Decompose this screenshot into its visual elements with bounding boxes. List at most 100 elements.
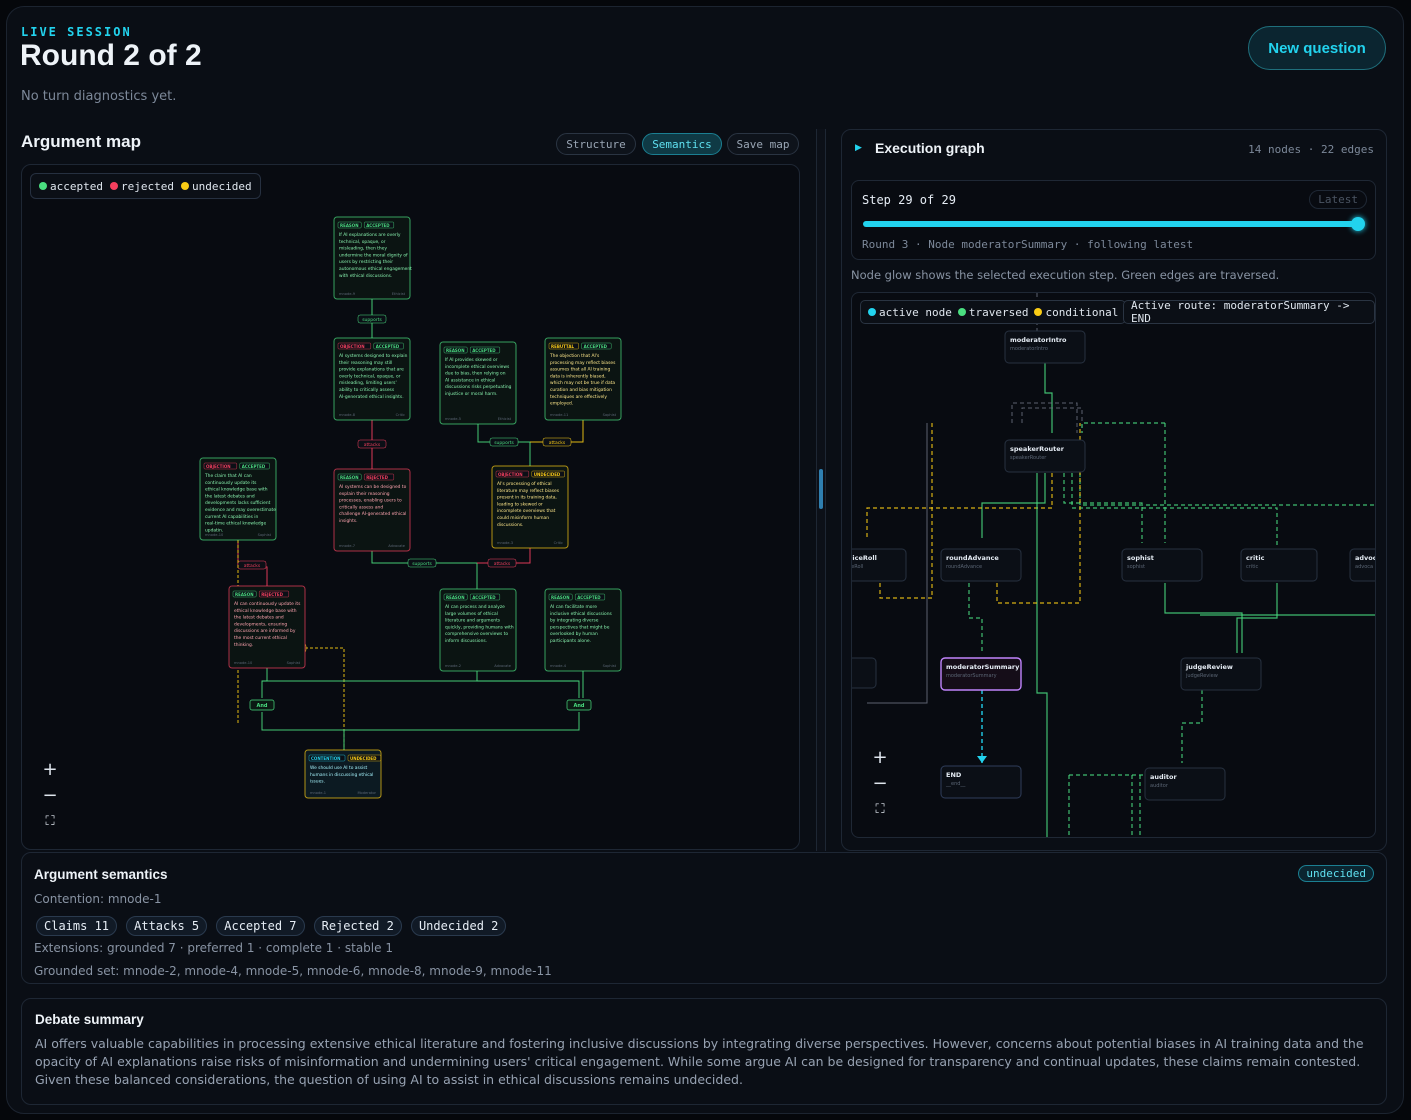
node-text-line: discussions.: [497, 522, 523, 528]
node-kind: REASON: [551, 595, 570, 600]
node-text-line: The claim that AI can: [204, 473, 252, 479]
argument-node[interactable]: REASON ACCEPTED If AI explanations are ove…: [333, 216, 412, 300]
exec-node[interactable]: moderatorSummary moderatorSummary: [940, 657, 1022, 691]
node-agent: Critic: [554, 541, 563, 545]
exec-node[interactable]: sophist sophist: [1121, 548, 1203, 582]
node-kind: OBJECTION: [498, 472, 523, 477]
argument-node[interactable]: REASON REJECTED AI can continuously update…: [228, 585, 306, 669]
node-id: mnode-9: [339, 292, 356, 296]
step-slider-thumb[interactable]: [1351, 217, 1365, 231]
exec-node-partial: [852, 657, 877, 689]
exec-node[interactable]: judgeReview judgeReview: [1180, 657, 1262, 691]
fit-view-icon[interactable]: ⛶: [875, 796, 884, 822]
fit-view-icon[interactable]: ⛶: [45, 808, 54, 834]
step-slider-track[interactable]: [863, 221, 1359, 227]
node-text-line: issues.: [310, 779, 325, 785]
exec-node[interactable]: DiceRoll iceRoll: [852, 548, 907, 582]
exec-node-title: critic: [1246, 554, 1265, 562]
exec-edge: [1079, 473, 1375, 506]
zoom-out-icon[interactable]: −: [872, 770, 887, 796]
zoom-in-icon[interactable]: +: [42, 756, 57, 782]
exec-edge: [1164, 583, 1243, 653]
node-text-line: misleading, then they: [339, 246, 387, 252]
exec-edge: [1071, 473, 1278, 548]
node-text-line: users by restricting their: [339, 259, 393, 265]
graph-counts: 14 nodes · 22 edges: [1248, 143, 1374, 156]
and-gate-label: And: [256, 703, 267, 709]
argument-node[interactable]: REASON ACCEPTEDIf AI provides skewed orin…: [439, 341, 517, 425]
exec-node[interactable]: critic critic: [1240, 548, 1318, 582]
live-session-eyebrow: LIVE SESSION: [21, 25, 132, 39]
node-text-line: present in its training data,: [497, 495, 557, 501]
collapse-caret-icon[interactable]: ▶: [855, 143, 862, 153]
node-text-line: assumes that all AI training: [550, 367, 610, 373]
node-text-line: AI can process and analyze: [445, 604, 505, 610]
node-kind: REASON: [446, 348, 465, 353]
exec-node-sub: moderatorIntro: [1010, 346, 1048, 352]
node-text-line: overlooked by human: [550, 631, 598, 637]
argument-node[interactable]: REASON ACCEPTED AI can process and analyze…: [439, 588, 517, 672]
node-text-line: perspectives that might be: [550, 624, 610, 630]
exec-node[interactable]: roundAdvance roundAdvance: [940, 548, 1022, 582]
pill-attacks: Attacks 5: [126, 916, 208, 936]
exec-node-sub: critic: [1246, 564, 1259, 570]
semantics-pills: Claims 11 Attacks 5 Accepted 7 Rejected …: [36, 915, 510, 936]
node-text-line: injustice or moral harm.: [445, 391, 498, 397]
node-id: mnode-10: [234, 661, 253, 665]
node-agent: Ethicist: [498, 417, 512, 421]
node-text-line: continuously update its: [205, 480, 257, 486]
step-label: Step 29 of 29: [862, 193, 956, 207]
app-window: LIVE SESSION Round 2 of 2 No turn diagno…: [6, 6, 1404, 1114]
node-text-line: their reasoning may still: [339, 360, 392, 366]
execution-graph-header[interactable]: ▶ Execution graph 14 nodes · 22 edges: [842, 130, 1386, 172]
map-edge: [262, 680, 580, 698]
latest-button[interactable]: Latest: [1309, 190, 1367, 209]
panel-resize-handle[interactable]: [816, 129, 826, 851]
node-id: mnode-11: [550, 413, 568, 417]
zoom-in-icon[interactable]: +: [872, 744, 887, 770]
resize-grip[interactable]: [819, 469, 823, 509]
argument-node[interactable]: CONTENTION UNDECIDED We should use AI to a…: [304, 749, 382, 799]
node-text-line: large volumes of ethical: [445, 611, 498, 617]
argument-node[interactable]: REBUTTAL ACCEPTED The objection that AI'sp…: [544, 337, 622, 421]
argument-node[interactable]: REASON ACCEPTED AI can facilitate moreincl…: [544, 588, 622, 672]
node-text-line: which may not be true if data: [550, 380, 615, 386]
node-text-line: could misinform human: [497, 515, 549, 521]
exec-node[interactable]: END __end__: [940, 765, 1022, 799]
node-text-line: insights.: [339, 518, 358, 524]
node-text-line: AI-generated ethical insights.: [339, 394, 404, 400]
contention-label: Contention: mnode-1: [34, 892, 162, 906]
exec-node[interactable]: speakerRouter speakerRouter: [1004, 439, 1086, 473]
node-text-line: participants alone.: [550, 638, 591, 644]
tab-semantics[interactable]: Semantics: [642, 133, 722, 155]
node-text-line: ethical knowledge base with: [234, 608, 297, 614]
argument-map-canvas[interactable]: supports attacks supports attacks supports at…: [21, 164, 800, 850]
node-status: UNDECIDED: [350, 756, 377, 761]
legend-active-node: active node: [868, 306, 952, 319]
pill-claims: Claims 11: [36, 916, 118, 936]
step-meta: Round 3 · Node moderatorSummary · follow…: [862, 238, 1194, 251]
map-zoom-controls: + − ⛶: [36, 756, 64, 834]
zoom-out-icon[interactable]: −: [42, 782, 57, 808]
exec-node-sub: speakerRouter: [1010, 455, 1047, 461]
exec-node-title: speakerRouter: [1010, 445, 1065, 453]
new-question-button[interactable]: New question: [1248, 26, 1386, 70]
node-text-line: literature may reflect biases: [497, 488, 560, 494]
argument-node[interactable]: OBJECTION ACCEPTED AI systems designed to …: [333, 337, 411, 421]
node-id: mnode-8: [339, 413, 356, 417]
node-text-line: processing may reflect biases: [550, 360, 616, 366]
exec-node[interactable]: auditor auditor: [1144, 767, 1226, 801]
save-map-button[interactable]: Save map: [727, 133, 799, 155]
node-status: REJECTED: [366, 475, 388, 480]
status-badge: undecided: [1298, 865, 1374, 882]
exec-node[interactable]: advoc advoca: [1349, 548, 1376, 582]
execution-graph-canvas[interactable]: moderatorIntro moderatorIntro speakerRoute…: [851, 292, 1376, 838]
argument-node[interactable]: OBJECTION UNDECIDED AI's processing of eth…: [491, 465, 569, 549]
tab-structure[interactable]: Structure: [556, 133, 636, 155]
exec-node-title: advoc: [1355, 554, 1376, 562]
node-text-line: If AI provides skewed or: [445, 357, 498, 363]
argument-node[interactable]: OBJECTION ACCEPTED The claim that AI canco…: [199, 457, 277, 541]
argument-node[interactable]: REASON REJECTED AI systems can be designed…: [333, 468, 411, 552]
node-text-line: data is inherently biased,: [550, 373, 606, 379]
exec-node[interactable]: moderatorIntro moderatorIntro: [1004, 330, 1086, 364]
